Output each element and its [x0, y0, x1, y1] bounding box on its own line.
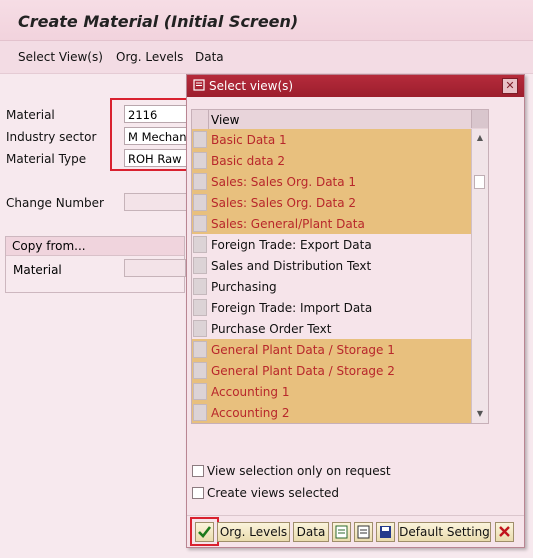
menu-data[interactable]: Data: [195, 50, 224, 64]
row-selector[interactable]: [193, 131, 207, 148]
view-label: General Plant Data / Storage 2: [211, 364, 395, 378]
view-label: Purchase Order Text: [211, 322, 332, 336]
view-label: Accounting 1: [211, 385, 290, 399]
material-input[interactable]: 2116: [124, 105, 190, 123]
row-selector[interactable]: [193, 362, 207, 379]
row-selector[interactable]: [193, 404, 207, 421]
scroll-down-icon[interactable]: ▼: [474, 408, 486, 420]
copy-material-input[interactable]: [124, 259, 186, 277]
table-header: View: [192, 110, 488, 130]
row-selector[interactable]: [193, 194, 207, 211]
industry-sector-select[interactable]: M Mechanic: [124, 127, 190, 145]
view-label: Foreign Trade: Export Data: [211, 238, 372, 252]
row-selector[interactable]: [193, 152, 207, 169]
view-row[interactable]: Purchase Order Text: [192, 318, 472, 339]
check-icon: [198, 526, 212, 538]
view-row[interactable]: General Plant Data / Storage 2: [192, 360, 472, 381]
view-label: Sales: General/Plant Data: [211, 217, 365, 231]
continue-button[interactable]: [195, 522, 214, 542]
view-row[interactable]: Purchasing: [192, 276, 472, 297]
material-type-label: Material Type: [6, 152, 87, 166]
row-selector[interactable]: [193, 215, 207, 232]
view-label: General Plant Data / Storage 1: [211, 343, 395, 357]
view-row[interactable]: Sales: Sales Org. Data 1: [192, 171, 472, 192]
menu-select-views[interactable]: Select View(s): [18, 50, 103, 64]
view-row[interactable]: Sales: General/Plant Data: [192, 213, 472, 234]
view-row[interactable]: Accounting 1: [192, 381, 472, 402]
view-label: Sales: Sales Org. Data 2: [211, 196, 357, 210]
select-views-dialog: Select view(s) ✕ View Basic Data 1 Basic …: [186, 74, 525, 548]
default-setting-button[interactable]: Default Setting: [398, 522, 491, 542]
view-row[interactable]: Basic Data 1: [192, 129, 472, 150]
material-type-select[interactable]: ROH Raw m: [124, 149, 190, 167]
create-selected-label: Create views selected: [207, 486, 340, 500]
change-number-label: Change Number: [6, 196, 104, 210]
view-label: Purchasing: [211, 280, 277, 294]
views-table: View Basic Data 1 Basic data 2 Sales: Sale…: [191, 109, 489, 424]
vertical-scrollbar[interactable]: ▲ ▼: [471, 129, 488, 423]
create-selected-checkbox[interactable]: [192, 487, 204, 499]
close-icon[interactable]: ✕: [502, 78, 518, 94]
cancel-button[interactable]: [495, 522, 514, 542]
save-icon: [380, 526, 391, 538]
deselect-all-icon: [357, 525, 370, 539]
view-row[interactable]: Foreign Trade: Export Data: [192, 234, 472, 255]
view-on-request-checkbox[interactable]: [192, 465, 204, 477]
row-selector[interactable]: [193, 320, 207, 337]
column-header-view: View: [211, 113, 240, 127]
dialog-toolbar: Org. Levels Data Default Setting: [187, 515, 524, 548]
view-label: Basic Data 1: [211, 133, 287, 147]
org-levels-button[interactable]: Org. Levels: [217, 522, 290, 542]
scroll-up-icon[interactable]: ▲: [474, 132, 486, 144]
scroll-thumb[interactable]: [474, 175, 485, 189]
menu-bar: Select View(s) Org. Levels Data: [0, 41, 533, 74]
view-row[interactable]: Accounting 2: [192, 402, 472, 423]
row-selector[interactable]: [193, 278, 207, 295]
view-label: Sales and Distribution Text: [211, 259, 372, 273]
view-row[interactable]: Sales: Sales Org. Data 2: [192, 192, 472, 213]
view-label: Foreign Trade: Import Data: [211, 301, 373, 315]
row-selector[interactable]: [193, 236, 207, 253]
select-all-button[interactable]: [332, 522, 351, 542]
dialog-title-bar: Select view(s) ✕: [187, 75, 524, 97]
title-bar: Create Material (Initial Screen): [0, 0, 533, 41]
view-row[interactable]: Basic data 2: [192, 150, 472, 171]
view-label: Accounting 2: [211, 406, 290, 420]
row-selector[interactable]: [193, 383, 207, 400]
select-views-icon: [193, 79, 205, 91]
window-title: Create Material (Initial Screen): [18, 12, 299, 31]
row-selector[interactable]: [193, 173, 207, 190]
view-on-request-label: View selection only on request: [207, 464, 391, 478]
change-number-input[interactable]: [124, 193, 190, 211]
copy-from-group: Copy from... Material: [5, 236, 186, 293]
menu-org-levels[interactable]: Org. Levels: [116, 50, 183, 64]
row-selector[interactable]: [193, 257, 207, 274]
copy-from-title: Copy from...: [12, 239, 86, 253]
copy-from-header: Copy from...: [6, 237, 184, 256]
row-selector[interactable]: [193, 299, 207, 316]
view-label: Sales: Sales Org. Data 1: [211, 175, 357, 189]
view-row[interactable]: Foreign Trade: Import Data: [192, 297, 472, 318]
deselect-all-button[interactable]: [354, 522, 373, 542]
data-button[interactable]: Data: [293, 522, 329, 542]
select-all-icon: [335, 525, 348, 539]
dialog-title: Select view(s): [209, 79, 294, 93]
view-label: Basic data 2: [211, 154, 286, 168]
material-label: Material: [6, 108, 55, 122]
copy-material-label: Material: [13, 263, 62, 277]
select-all-column[interactable]: [192, 110, 209, 129]
view-row[interactable]: Sales and Distribution Text: [192, 255, 472, 276]
industry-sector-label: Industry sector: [6, 130, 97, 144]
row-selector[interactable]: [193, 341, 207, 358]
view-row[interactable]: General Plant Data / Storage 1: [192, 339, 472, 360]
cancel-icon: [499, 526, 510, 537]
save-button[interactable]: [376, 522, 395, 542]
table-settings-icon[interactable]: [471, 110, 488, 128]
